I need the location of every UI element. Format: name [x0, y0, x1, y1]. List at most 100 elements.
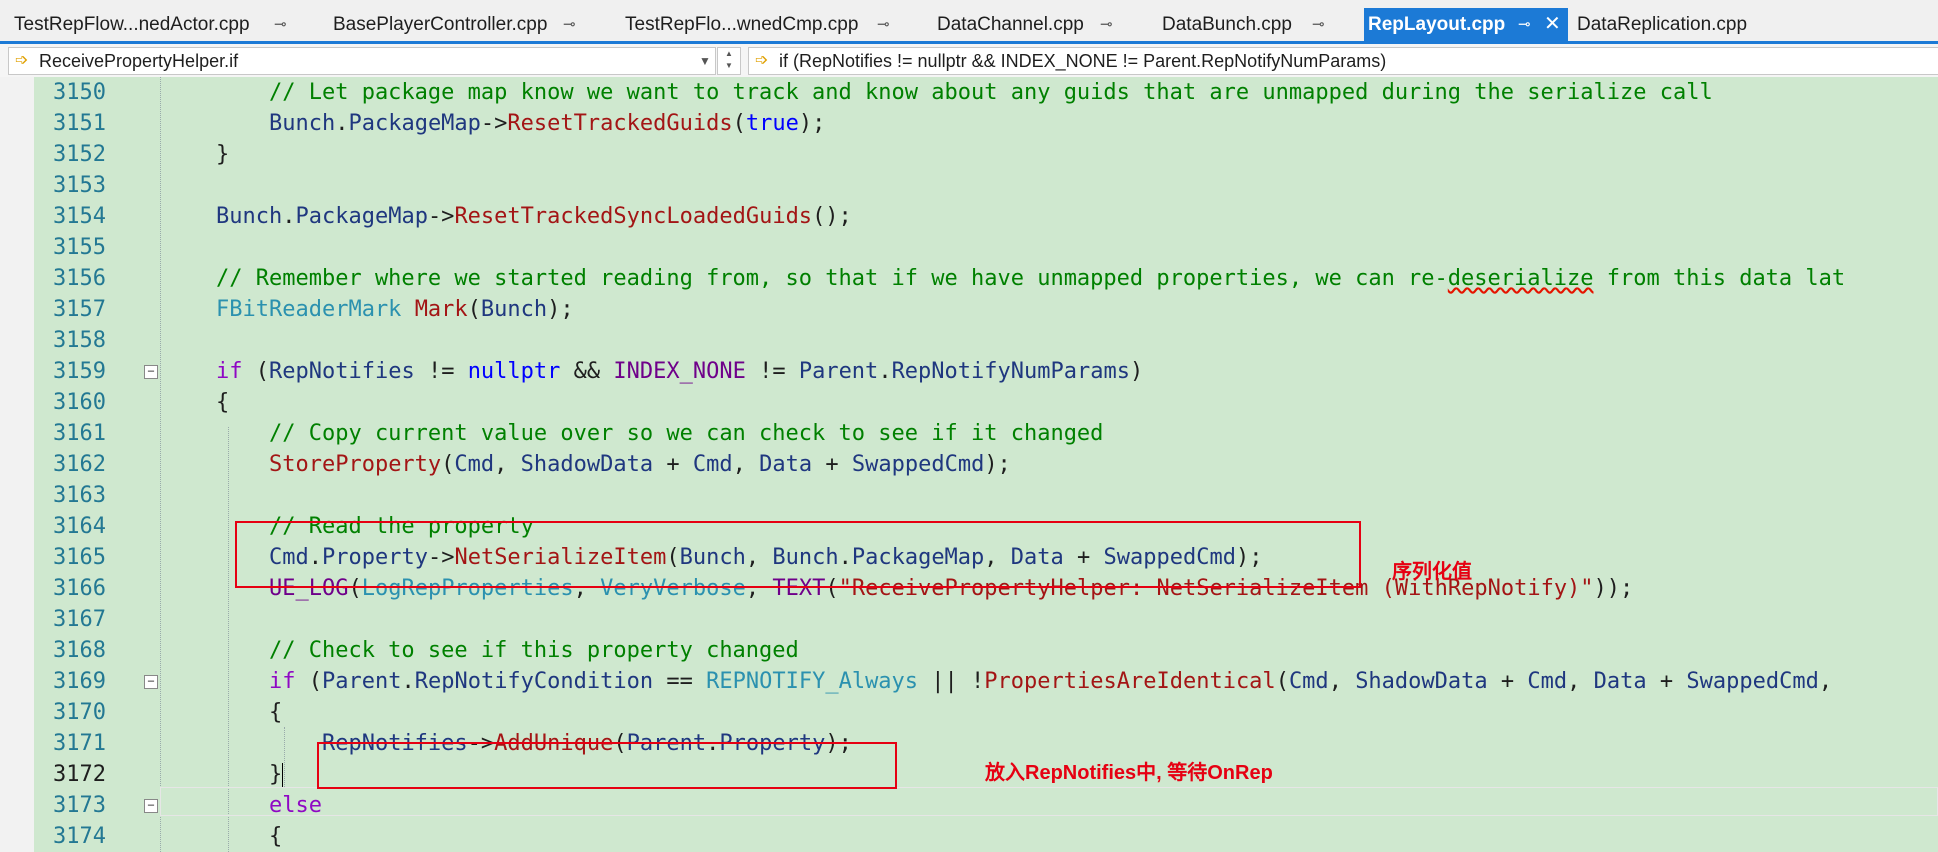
annotation-serialize: 序列化值: [1392, 561, 1472, 583]
line-text: else: [268, 793, 322, 818]
tab-datareplication[interactable]: DataReplication.cpp: [1577, 8, 1747, 41]
tab-bar: TestRepFlow...nedActor.cpp ⊸ BasePlayerC…: [0, 0, 1938, 44]
arrow-right-icon: ➩: [15, 52, 29, 69]
code-line[interactable]: 3163: [0, 480, 1938, 511]
line-number: 3154: [53, 204, 106, 229]
code-line[interactable]: 3171 RepNotifies->AddUnique(Parent.Prope…: [0, 728, 1938, 759]
text-caret: [282, 763, 284, 787]
line-number: 3165: [53, 545, 106, 570]
line-number: 3151: [53, 111, 106, 136]
close-icon[interactable]: ✕: [1544, 8, 1561, 41]
line-text: // Copy current value over so we can che…: [216, 421, 1104, 446]
tab-label: DataBunch.cpp: [1162, 14, 1292, 35]
code-line[interactable]: 3167: [0, 604, 1938, 635]
member-label: if (RepNotifies != nullptr && INDEX_NONE…: [779, 51, 1387, 71]
tab-testrepflo-wnedcmp[interactable]: TestRepFlo...wnedCmp.cpp ⊸: [625, 8, 890, 41]
pin-icon[interactable]: ⊸: [274, 8, 287, 41]
tab-label: BasePlayerController.cpp: [333, 14, 548, 35]
line-number: 3164: [53, 514, 106, 539]
collapse-icon[interactable]: −: [144, 365, 158, 379]
line-number: 3161: [53, 421, 106, 446]
line-number: 3168: [53, 638, 106, 663]
line-text: }: [216, 142, 230, 167]
code-line[interactable]: 3170 {: [0, 697, 1938, 728]
pin-icon[interactable]: ⊸: [877, 8, 890, 41]
split-spinner[interactable]: ▲ ▼: [717, 47, 741, 75]
line-text: if (Parent.RepNotifyCondition == REPNOTI…: [268, 669, 1833, 694]
code-line-current[interactable]: 3172 }: [0, 759, 1938, 790]
scope-dropdown[interactable]: ➩ ReceivePropertyHelper.if ▼: [8, 47, 716, 75]
line-number: 3166: [53, 576, 106, 601]
code-line[interactable]: 3151 Bunch.PackageMap->ResetTrackedGuids…: [0, 108, 1938, 139]
line-number: 3156: [53, 266, 106, 291]
chevron-down-icon[interactable]: ▼: [699, 48, 711, 74]
line-number: 3152: [53, 142, 106, 167]
annotation-repnotify: 放入RepNotifies中, 等待OnRep: [985, 762, 1273, 784]
line-number: 3171: [53, 731, 106, 756]
line-number: 3163: [53, 483, 106, 508]
code-line[interactable]: 3156 // Remember where we started readin…: [0, 263, 1938, 294]
code-line[interactable]: 3162 StoreProperty(Cmd, ShadowData + Cmd…: [0, 449, 1938, 480]
tab-databunch[interactable]: DataBunch.cpp ⊸: [1162, 8, 1325, 41]
line-text: FBitReaderMark Mark(Bunch);: [216, 297, 574, 322]
tab-label: DataReplication.cpp: [1577, 14, 1748, 35]
code-editor[interactable]: 3150 // Let package map know we want to …: [0, 77, 1938, 852]
collapse-icon[interactable]: −: [144, 675, 158, 689]
code-line[interactable]: 3174 {: [0, 821, 1938, 852]
line-number: 3172: [53, 762, 106, 787]
code-line[interactable]: 3168 // Check to see if this property ch…: [0, 635, 1938, 666]
member-dropdown[interactable]: ➩ if (RepNotifies != nullptr && INDEX_NO…: [748, 47, 1938, 75]
line-text: // Check to see if this property changed: [216, 638, 799, 663]
line-text: {: [216, 824, 283, 849]
navigation-bar: ➩ ReceivePropertyHelper.if ▼ ▲ ▼ ➩ if (Re…: [0, 44, 1938, 78]
pin-icon[interactable]: ⊸: [1100, 8, 1113, 41]
highlight-box-netserialize: [235, 521, 1361, 588]
code-line[interactable]: 3152 }: [0, 139, 1938, 170]
line-text: {: [216, 390, 230, 415]
line-number: 3150: [53, 80, 106, 105]
line-text: StoreProperty(Cmd, ShadowData + Cmd, Dat…: [268, 452, 1011, 477]
line-number: 3169: [53, 669, 106, 694]
tab-label: RepLayout.cpp: [1368, 14, 1506, 35]
code-line[interactable]: 3159 − if (RepNotifies != nullptr && IND…: [0, 356, 1938, 387]
pin-icon[interactable]: ⊸: [1518, 8, 1531, 41]
line-number: 3170: [53, 700, 106, 725]
line-number: 3158: [53, 328, 106, 353]
line-text: Bunch.PackageMap->ResetTrackedSyncLoaded…: [216, 204, 852, 229]
tab-testrepflow-nedactor[interactable]: TestRepFlow...nedActor.cpp ⊸: [14, 8, 287, 41]
line-text: }: [216, 762, 284, 787]
code-line[interactable]: 3173 − else: [0, 790, 1938, 821]
collapse-icon[interactable]: −: [144, 799, 158, 813]
code-line[interactable]: 3161 // Copy current value over so we ca…: [0, 418, 1938, 449]
line-number: 3155: [53, 235, 106, 260]
highlight-box-addunique: [317, 742, 897, 789]
code-line[interactable]: 3169 − if (Parent.RepNotifyCondition == …: [0, 666, 1938, 697]
pin-icon[interactable]: ⊸: [563, 8, 576, 41]
tab-label: TestRepFlow...nedActor.cpp: [14, 14, 250, 35]
line-number: 3173: [53, 793, 106, 818]
line-text: // Remember where we started reading fro…: [216, 266, 1846, 291]
line-number: 3174: [53, 824, 106, 849]
pin-icon[interactable]: ⊸: [1312, 8, 1325, 41]
line-number: 3162: [53, 452, 106, 477]
code-line[interactable]: 3157 FBitReaderMark Mark(Bunch);: [0, 294, 1938, 325]
code-line[interactable]: 3150 // Let package map know we want to …: [0, 77, 1938, 108]
code-line[interactable]: 3153: [0, 170, 1938, 201]
line-number: 3160: [53, 390, 106, 415]
line-text: // Let package map know we want to track…: [216, 80, 1713, 105]
code-line[interactable]: 3160 {: [0, 387, 1938, 418]
line-number: 3153: [53, 173, 106, 198]
line-text: if (RepNotifies != nullptr && INDEX_NONE…: [216, 359, 1144, 384]
tab-datachannel[interactable]: DataChannel.cpp ⊸: [937, 8, 1113, 41]
line-number: 3157: [53, 297, 106, 322]
tab-baseplayercontroller[interactable]: BasePlayerController.cpp ⊸: [333, 8, 576, 41]
code-line[interactable]: 3155: [0, 232, 1938, 263]
code-line[interactable]: 3154 Bunch.PackageMap->ResetTrackedSyncL…: [0, 201, 1938, 232]
code-line[interactable]: 3158: [0, 325, 1938, 356]
arrow-right-icon: ➩: [755, 52, 769, 69]
tab-label: TestRepFlo...wnedCmp.cpp: [625, 14, 859, 35]
scope-label: ReceivePropertyHelper.if: [39, 51, 239, 71]
tab-replayout[interactable]: RepLayout.cpp ⊸ ✕: [1364, 8, 1568, 41]
tab-label: DataChannel.cpp: [937, 14, 1084, 35]
line-text: {: [216, 700, 283, 725]
